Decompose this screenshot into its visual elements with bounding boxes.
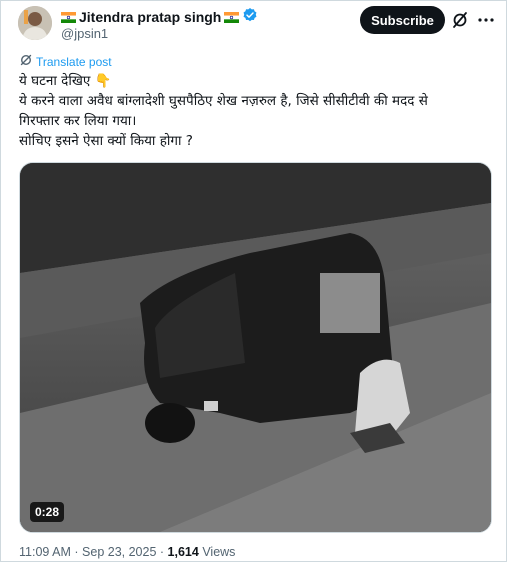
avatar[interactable] [18,6,52,40]
author-name[interactable]: Jitendra pratap singh [79,9,221,25]
subscribe-button[interactable]: Subscribe [360,6,445,34]
translate-label[interactable]: Translate post [36,55,112,69]
views-label: Views [202,545,236,559]
post-line: ये करने वाला अवैध बांग्लादेशी घुसपैठिए श… [19,93,428,109]
meta-separator: · [74,545,79,559]
post-line: सोचिए इसने ऐसा क्यों किया होगा ? [19,133,193,149]
post-time[interactable]: 11:09 AM [19,545,71,559]
cctv-video-frame [20,163,491,532]
india-flag-icon [224,8,240,27]
views-count: 1,614 [167,545,199,559]
grok-icon[interactable] [451,11,469,29]
translate-icon [20,54,32,69]
meta-separator: · [159,545,165,559]
post-metadata: 11:09 AM · Sep 23, 2025 · 1,614 Views [19,545,235,559]
post-text: ये घटना देखिए 👇 ये करने वाला अवैध बांग्ल… [19,71,494,151]
more-options-icon[interactable] [477,11,495,29]
video-player[interactable] [19,162,492,533]
author-name-row[interactable]: Jitendra pratap singh [61,7,258,27]
translate-post-link[interactable]: Translate post [20,54,112,69]
post-date[interactable]: Sep 23, 2025 [82,545,156,559]
post-line: गिरफ्तार कर लिया गया। [19,113,137,129]
india-flag-icon [61,8,76,27]
post-card: Jitendra pratap singh @jpsin1 Subscribe … [0,0,507,562]
video-duration-badge: 0:28 [30,502,64,522]
verified-badge-icon[interactable] [242,7,258,27]
author-handle[interactable]: @jpsin1 [61,26,108,41]
post-line: ये घटना देखिए 👇 [19,73,112,89]
